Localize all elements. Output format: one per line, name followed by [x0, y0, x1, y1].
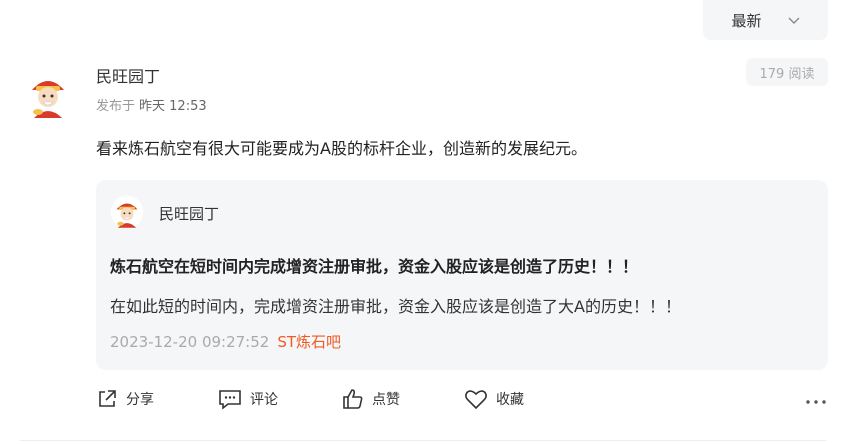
quoted-datetime: 2023-12-20 09:27:52	[110, 333, 270, 351]
comment-button[interactable]: 评论	[218, 388, 278, 410]
quoted-meta: 2023-12-20 09:27:52 ST炼石吧	[110, 331, 341, 352]
quoted-body: 在如此短的时间内，完成增资注册审批，资金入股应该是创造了大A的历史！！！	[110, 297, 681, 316]
post-timestamp: 发布于 昨天 12:53	[96, 95, 207, 114]
more-options-icon[interactable]	[805, 388, 827, 416]
quoted-avatar[interactable]	[110, 195, 144, 229]
favorite-button[interactable]: 收藏	[464, 388, 524, 410]
comment-label: 评论	[250, 392, 278, 408]
like-label: 点赞	[372, 392, 400, 408]
share-button[interactable]: 分享	[96, 388, 154, 410]
sort-label: 最新	[731, 11, 762, 30]
comment-icon	[219, 390, 241, 410]
post-content: 看来炼石航空有很大可能要成为A股的标杆企业，创造新的发展纪元。	[96, 139, 587, 158]
forum-link[interactable]: ST炼石吧	[277, 333, 341, 351]
share-label: 分享	[126, 392, 154, 408]
posted-time: 昨天 12:53	[139, 99, 207, 114]
favorite-label: 收藏	[496, 392, 524, 408]
divider	[20, 440, 826, 441]
chevron-down-icon	[788, 17, 799, 24]
heart-icon	[465, 390, 487, 410]
quoted-author-name[interactable]: 民旺园丁	[159, 203, 219, 224]
share-icon	[99, 390, 116, 407]
quoted-title[interactable]: 炼石航空在短时间内完成增资注册审批，资金入股应该是创造了历史！！！	[110, 253, 638, 277]
action-bar: 分享 评论 点赞 收藏	[0, 388, 846, 418]
avatar[interactable]	[22, 68, 74, 120]
thumbs-up-icon	[343, 389, 363, 409]
author-name[interactable]: 民旺园丁	[96, 63, 160, 87]
read-count-badge: 179 阅读	[746, 58, 828, 86]
quoted-post[interactable]: 民旺园丁 炼石航空在短时间内完成增资注册审批，资金入股应该是创造了历史！！！ 在…	[96, 180, 828, 370]
posted-prefix: 发布于	[96, 99, 136, 114]
like-button[interactable]: 点赞	[342, 388, 400, 410]
sort-dropdown[interactable]: 最新	[703, 0, 828, 40]
